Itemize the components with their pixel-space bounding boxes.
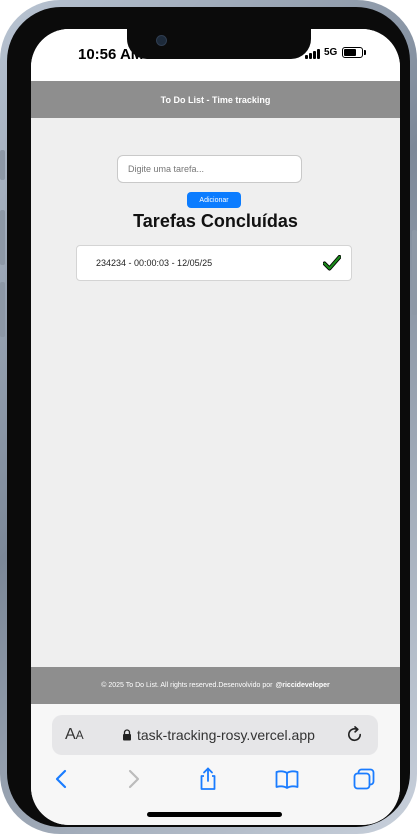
check-icon (323, 255, 341, 271)
forward-icon[interactable] (120, 766, 146, 792)
back-icon[interactable] (49, 766, 75, 792)
signal-icon (305, 49, 321, 59)
reload-icon[interactable] (345, 725, 364, 744)
battery-cap (364, 50, 366, 55)
address-bar[interactable]: AA task-tracking-rosy.vercel.app (52, 715, 378, 755)
action-button (0, 150, 5, 180)
text-size-button[interactable]: AA (65, 726, 84, 744)
lock-icon (123, 729, 131, 741)
camera-icon (156, 35, 167, 46)
volume-up-button (0, 210, 5, 265)
phone-frame: 10:56 AM 5G To Do List - Time tracking D… (0, 0, 417, 834)
battery-level (344, 49, 356, 56)
volume-down-button (0, 282, 5, 337)
battery-icon (342, 47, 363, 58)
bookmarks-icon[interactable] (274, 766, 300, 792)
dynamic-notch (127, 29, 311, 59)
tabs-icon[interactable] (351, 766, 377, 792)
status-bar: 10:56 AM 5G (31, 29, 400, 81)
text-size-label: AA (65, 726, 84, 743)
completed-task-item: 234234 - 00:00:03 - 12/05/25 (76, 245, 352, 281)
url-text[interactable]: task-tracking-rosy.vercel.app (137, 727, 315, 743)
task-text: 234234 - 00:00:03 - 12/05/25 (96, 258, 213, 268)
power-button (412, 230, 417, 315)
browser-toolbar: AA task-tracking-rosy.vercel.app (31, 704, 400, 825)
home-indicator (147, 812, 282, 817)
task-input[interactable] (117, 155, 302, 183)
footer-handle-link[interactable]: @riccideveloper (275, 682, 329, 689)
footer-text: © 2025 To Do List. All rights reserved.D… (101, 682, 273, 689)
main-content: Adicionar Tarefas Concluídas 234234 - 00… (31, 118, 400, 668)
completed-tasks-title: Tarefas Concluídas (133, 211, 298, 231)
network-type: 5G (324, 47, 338, 58)
add-task-button[interactable]: Adicionar (187, 192, 241, 208)
header-title: To Do List - Time tracking (160, 94, 271, 105)
phone-bezel: 10:56 AM 5G To Do List - Time tracking D… (7, 7, 410, 827)
app-footer: © 2025 To Do List. All rights reserved.D… (31, 667, 400, 704)
share-icon[interactable] (195, 766, 221, 792)
screen: 10:56 AM 5G To Do List - Time tracking D… (31, 29, 400, 825)
app-header: To Do List - Time tracking (31, 81, 400, 118)
